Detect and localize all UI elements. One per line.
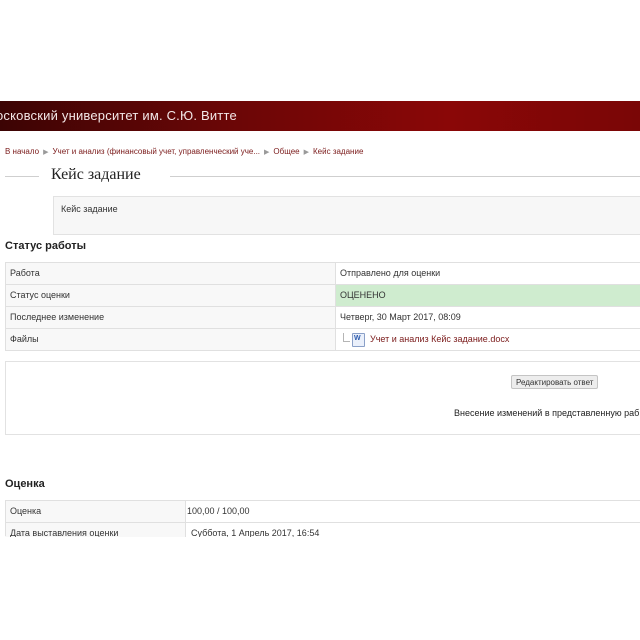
status-heading: Статус работы [5,240,86,252]
breadcrumb: В начало ▶ Учет и анализ (финансовый учет,… [5,146,363,158]
heading-divider [170,176,640,177]
edit-submission-button[interactable]: Редактировать ответ [511,375,599,389]
table-border [5,500,6,536]
heading-divider [5,176,39,177]
row-label: Последнее изменение [10,312,105,322]
grade-heading: Оценка [5,478,45,490]
breadcrumb-separator-icon: ▶ [303,149,310,156]
submission-actions-box [5,361,640,435]
row-label: Работа [10,268,40,278]
row-value: Четверг, 30 Март 2017, 08:09 [340,312,461,322]
breadcrumb-separator-icon: ▶ [43,149,49,156]
file-tree-connector [343,333,350,342]
table-row: Работа Отправлено для оценки [5,262,640,285]
breadcrumb-assignment[interactable]: Кейс задание [313,147,363,156]
assignment-intro-text: Кейс задание [61,204,118,214]
graded-status-cell: ОЦЕНЕНО [336,285,640,307]
table-border [5,262,6,350]
graded-status-value: ОЦЕНЕНО [340,290,386,300]
breadcrumb-home[interactable]: В начало [5,147,39,156]
table-border [5,350,640,351]
table-row: Последнее изменение Четверг, 30 Март 201… [5,306,640,329]
row-label: Файлы [10,334,39,344]
table-row: Оценка 100,00 / 100,00 [5,500,640,523]
grade-value: 100,00 / 100,00 [187,506,250,516]
breadcrumb-course[interactable]: Учет и анализ (финансовый учет, управлен… [52,147,260,156]
table-row: Статус оценки ОЦЕНЕНО [5,284,640,307]
edit-submission-note: Внесение изменений в представленную раб [454,408,640,418]
submitted-file-link[interactable]: Учет и анализ Кейс задание.docx [370,334,509,344]
word-document-icon: W [352,333,365,347]
table-row: Файлы Учет и анализ Кейс задание.docx [5,328,640,351]
row-label: Статус оценки [10,290,70,300]
row-label: Оценка [10,506,42,516]
page-title: Кейс задание [51,166,141,183]
row-value: Отправлено для оценки [340,268,441,278]
page-cutoff [0,537,640,640]
breadcrumb-section[interactable]: Общее [273,147,299,156]
breadcrumb-separator-icon: ▶ [264,149,270,156]
assignment-intro-box [53,196,640,235]
site-title[interactable]: осковский университет им. С.Ю. Витте [0,108,237,123]
